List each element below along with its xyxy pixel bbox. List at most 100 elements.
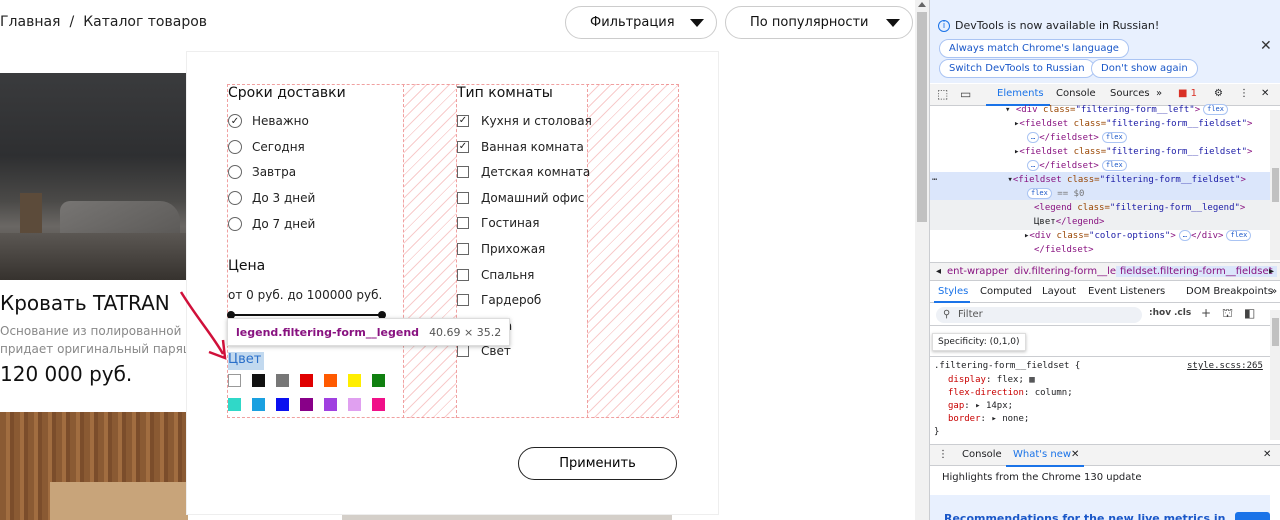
checkbox-icon[interactable]	[457, 243, 469, 255]
close-devtools-icon[interactable]: ✕	[1261, 88, 1269, 99]
more-tabs-icon[interactable]: »	[1156, 88, 1162, 99]
dom-line[interactable]: … </fieldset> flex	[1024, 159, 1127, 173]
delivery-option[interactable]: До 7 дней	[228, 216, 315, 232]
breadcrumb-home[interactable]: Главная	[0, 14, 60, 30]
close-drawer-icon[interactable]: ✕	[1263, 449, 1271, 460]
dom-line[interactable]: flex == $0	[1024, 187, 1084, 201]
room-option[interactable]: Гостиная	[457, 215, 539, 231]
checkbox-icon[interactable]	[457, 191, 469, 204]
checkbox-icon[interactable]	[457, 217, 469, 230]
dom-line[interactable]: <legend class="filtering-form__legend">	[1034, 201, 1245, 215]
crumb-active[interactable]: fieldset.filtering-form__fieldset	[1116, 266, 1277, 277]
page-scrollbar-thumb[interactable]	[917, 12, 927, 222]
dom-line[interactable]: ⋯ ▾<fieldset class="filtering-form__field…	[932, 173, 1246, 187]
radio-icon[interactable]	[228, 191, 242, 206]
expand-icon[interactable]: ▸	[975, 401, 980, 411]
paint-icon[interactable]: ⛫	[1222, 306, 1233, 322]
checkbox-icon[interactable]	[457, 268, 469, 281]
color-swatch[interactable]	[300, 398, 313, 411]
checkbox-checked-icon[interactable]: ✓	[457, 115, 469, 127]
ellipsis-badge[interactable]: …	[1178, 230, 1191, 241]
css-declaration[interactable]: display: flex; ▦	[948, 373, 1035, 387]
color-swatch[interactable]	[252, 374, 265, 387]
product-image-2[interactable]	[0, 412, 188, 520]
styles-scrollbar[interactable]	[1270, 310, 1280, 440]
cls-button[interactable]: .cls	[1174, 308, 1191, 318]
flex-badge[interactable]: flex	[1203, 104, 1228, 115]
delivery-option[interactable]: Завтра	[228, 164, 296, 180]
device-toolbar-icon[interactable]: ▭	[960, 87, 971, 101]
close-tab-icon[interactable]: ✕	[1071, 449, 1079, 460]
styles-scrollbar-thumb[interactable]	[1272, 318, 1279, 346]
apply-button[interactable]: Применить	[518, 447, 677, 480]
flex-badge[interactable]: flex	[1226, 230, 1252, 241]
room-option[interactable]: Детская комната	[457, 164, 590, 180]
radio-checked-icon[interactable]: ✓	[228, 114, 242, 128]
inspect-element-icon[interactable]: ⬚	[937, 87, 948, 101]
sidebar-toggle-icon[interactable]: ◧	[1244, 306, 1255, 320]
tab-event-listeners[interactable]: Event Listeners	[1088, 286, 1165, 297]
delivery-option[interactable]: ✓ Неважно	[228, 113, 309, 129]
crumbs-left-icon[interactable]: ◂	[936, 266, 941, 277]
tab-console[interactable]: Console	[1056, 88, 1096, 99]
room-option[interactable]: ✓ Ванная комната	[457, 139, 584, 155]
color-swatch[interactable]	[372, 398, 385, 411]
promo-title[interactable]: Recommendations for the new live metrics…	[944, 512, 1225, 520]
tab-styles[interactable]: Styles	[938, 286, 968, 297]
crumbs-right-icon[interactable]: ▸	[1269, 266, 1274, 277]
dom-line[interactable]: Цвет</legend>	[1034, 215, 1104, 229]
color-swatch[interactable]	[324, 374, 337, 387]
scroll-up-icon[interactable]	[918, 2, 926, 7]
dom-scrollbar-thumb[interactable]	[1272, 168, 1279, 202]
breadcrumb-current[interactable]: Каталог товаров	[83, 14, 207, 30]
color-swatch[interactable]	[252, 398, 265, 411]
dont-show-button[interactable]: Don't show again	[1091, 59, 1198, 78]
color-swatch[interactable]	[228, 398, 241, 411]
drawer-menu-icon[interactable]: ⋮	[938, 449, 948, 460]
color-swatch[interactable]	[348, 398, 361, 411]
room-option[interactable]: Прихожая	[457, 241, 545, 257]
flex-badge[interactable]: flex	[1101, 160, 1127, 171]
radio-icon[interactable]	[228, 216, 242, 231]
more-options-icon[interactable]: ⋮	[1239, 88, 1249, 99]
delivery-option[interactable]: Сегодня	[228, 139, 305, 155]
product-title[interactable]: Кровать TATRAN	[0, 291, 170, 315]
delivery-option[interactable]: До 3 дней	[228, 190, 315, 206]
dom-scrollbar[interactable]	[1270, 110, 1280, 260]
css-declaration[interactable]: flex-direction: column;	[948, 386, 1073, 400]
room-option[interactable]: Спальня	[457, 267, 534, 283]
dom-line[interactable]: ▾ <div class="filtering-form__left"> flex	[1005, 103, 1228, 117]
filter-button[interactable]: Фильтрация	[565, 6, 717, 39]
flexbox-editor-icon[interactable]: ▦	[1029, 375, 1034, 385]
settings-icon[interactable]: ⚙	[1214, 88, 1223, 99]
dom-line[interactable]: ▸<div class="color-options">… </div> flex	[1024, 229, 1252, 243]
tab-sources[interactable]: Sources	[1110, 88, 1150, 99]
product-image[interactable]	[0, 73, 188, 280]
hov-button[interactable]: :hov	[1149, 308, 1171, 318]
room-option[interactable]: Домашний офис	[457, 190, 584, 206]
css-declaration[interactable]: border: ▸ none;	[948, 412, 1029, 426]
more-subtabs-icon[interactable]: »	[1271, 286, 1277, 297]
ellipsis-badge[interactable]: …	[1027, 160, 1040, 171]
crumb[interactable]: div.filtering-form__left	[1014, 266, 1123, 277]
radio-icon[interactable]	[228, 139, 242, 154]
checkbox-icon[interactable]	[457, 345, 469, 358]
flex-badge[interactable]: flex	[1101, 132, 1127, 143]
dom-line[interactable]: ▸<fieldset class="filtering-form__fields…	[1014, 145, 1252, 159]
css-declaration[interactable]: gap: ▸ 14px;	[948, 399, 1013, 413]
color-swatch[interactable]	[228, 374, 241, 387]
drawer-tab-console[interactable]: Console	[962, 449, 1002, 460]
color-swatch[interactable]	[372, 374, 385, 387]
color-swatch[interactable]	[276, 374, 289, 387]
color-swatch[interactable]	[324, 398, 337, 411]
dom-line[interactable]: ▸<fieldset class="filtering-form__fields…	[1014, 117, 1252, 131]
room-option[interactable]: ✓ Кухня и столовая	[457, 113, 592, 129]
switch-language-button[interactable]: Switch DevTools to Russian	[939, 59, 1095, 78]
new-rule-icon[interactable]: +	[1201, 306, 1211, 320]
always-match-button[interactable]: Always match Chrome's language	[939, 39, 1129, 58]
tab-elements[interactable]: Elements	[997, 88, 1044, 99]
room-option[interactable]: Гардероб	[457, 292, 541, 308]
expand-icon[interactable]: ▸	[991, 414, 996, 424]
crumb[interactable]: ent-wrapper	[947, 266, 1008, 277]
promo-button[interactable]	[1235, 512, 1270, 520]
